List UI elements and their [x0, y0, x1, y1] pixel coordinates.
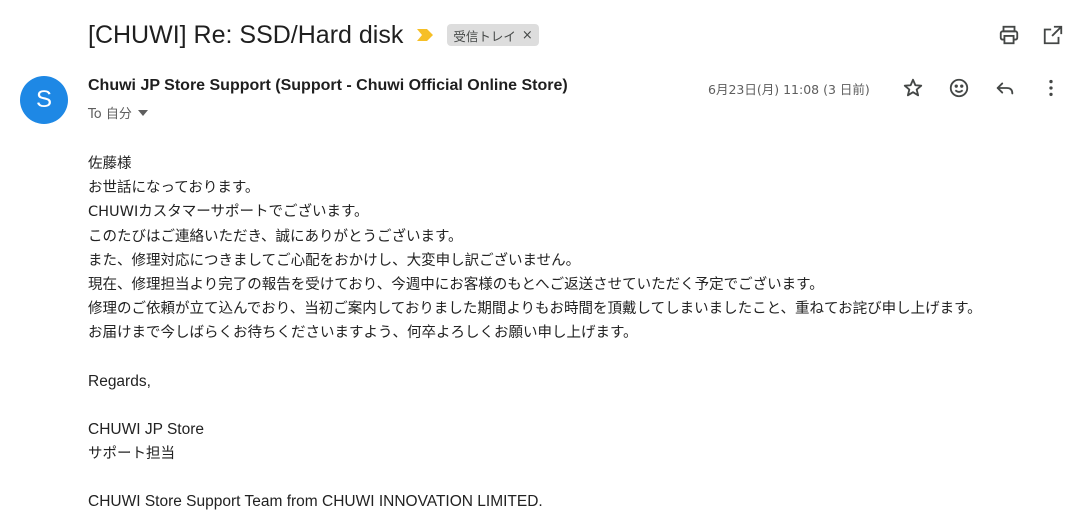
- email-body: 佐藤様 お世話になっております。 CHUWIカスタマーサポートでございます。 こ…: [88, 152, 1048, 514]
- emoji-reaction-icon[interactable]: [946, 75, 972, 101]
- print-icon[interactable]: [996, 22, 1022, 48]
- regards: Regards,: [88, 372, 151, 390]
- label-chip-text: 受信トレイ: [453, 28, 516, 44]
- open-in-new-window-icon[interactable]: [1040, 22, 1066, 48]
- subject-row: [CHUWI] Re: SSD/Hard disk 受信トレイ ×: [88, 18, 539, 52]
- signature-department: サポート担当: [88, 446, 175, 463]
- caret-down-icon[interactable]: [137, 105, 148, 120]
- label-remove-button[interactable]: ×: [522, 28, 533, 43]
- message-actions: [900, 75, 1064, 101]
- greeting: 佐藤様: [88, 156, 132, 172]
- sender-name[interactable]: Chuwi JP Store Support (Support - Chuwi …: [88, 77, 568, 95]
- recipient-line[interactable]: To 自分: [88, 103, 148, 122]
- thread-actions: [996, 22, 1066, 48]
- body-line: このたびはご連絡いただき、誠にありがとうございます。: [88, 228, 463, 245]
- body-line: 現在、修理担当より完了の報告を受けており、今週中にお客様のもとへご返送させていた…: [88, 277, 824, 294]
- body-line: 修理のご依頼が立て込んでおり、当初ご案内しておりました期間よりもお時間を頂戴して…: [88, 301, 982, 318]
- importance-marker-icon[interactable]: [417, 28, 435, 42]
- star-icon[interactable]: [900, 75, 926, 101]
- recipient-text: To 自分: [88, 107, 132, 122]
- email-date: 6月23日(月) 11:08 (3 日前): [708, 82, 870, 97]
- body-line: また、修理対応につきましてご心配をおかけし、大変申し訳ございません。: [88, 252, 581, 269]
- body-line: CHUWIカスタマーサポートでございます。: [88, 204, 369, 221]
- signature-store: CHUWI JP Store: [88, 420, 204, 438]
- body-line: お届けまで今しばらくお待ちくださいますよう、何卒よろしくお願い申し上げます。: [88, 325, 638, 342]
- more-vertical-icon[interactable]: [1038, 75, 1064, 101]
- body-line: お世話になっております。: [88, 180, 260, 197]
- label-chip-inbox[interactable]: 受信トレイ ×: [447, 24, 539, 46]
- email-view: [CHUWI] Re: SSD/Hard disk 受信トレイ × S Chuw…: [0, 0, 1080, 525]
- email-footer: CHUWI Store Support Team from CHUWI INNO…: [88, 493, 543, 511]
- sender-avatar[interactable]: S: [20, 76, 68, 124]
- email-subject: [CHUWI] Re: SSD/Hard disk: [88, 20, 404, 49]
- reply-icon[interactable]: [992, 75, 1018, 101]
